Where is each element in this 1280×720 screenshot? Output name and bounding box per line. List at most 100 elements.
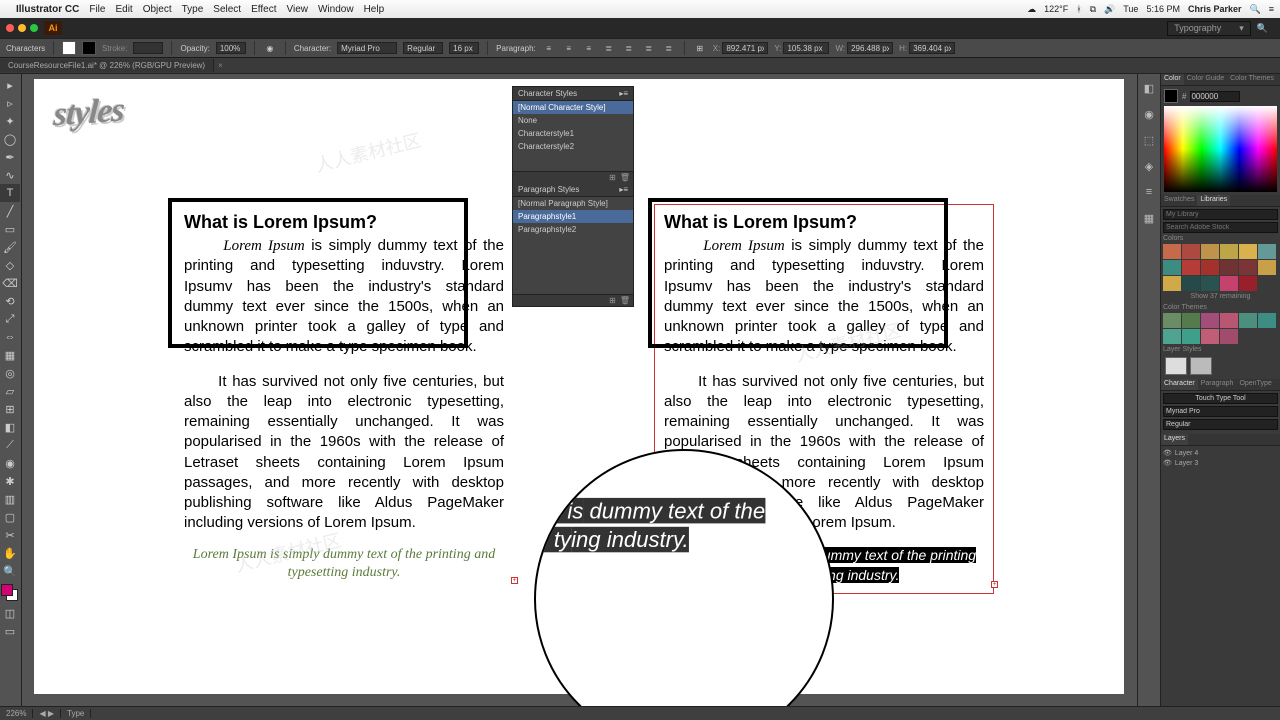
- search-help-icon[interactable]: 🔍: [1251, 23, 1274, 34]
- color-theme-swatch[interactable]: [1182, 329, 1200, 344]
- shape-builder-tool-icon[interactable]: ◎: [0, 364, 20, 382]
- eraser-tool-icon[interactable]: ⌫: [0, 274, 20, 292]
- menubar-user[interactable]: Chris Parker: [1188, 4, 1242, 14]
- color-swatch[interactable]: [1163, 260, 1181, 275]
- menu-select[interactable]: Select: [213, 4, 241, 15]
- color-swatch[interactable]: [1239, 244, 1257, 259]
- color-swatch[interactable]: [1163, 276, 1181, 291]
- layer-row[interactable]: 👁Layer 3: [1163, 458, 1278, 468]
- layer-style-thumb[interactable]: [1190, 357, 1212, 375]
- justify-right-icon[interactable]: ≣: [642, 41, 656, 55]
- menu-help[interactable]: Help: [364, 4, 385, 15]
- type-tool-icon[interactable]: T: [0, 184, 20, 202]
- menubar-search-icon[interactable]: 🔍: [1250, 4, 1261, 15]
- overset-indicator-icon[interactable]: +: [511, 577, 518, 584]
- tab-layers[interactable]: Layers: [1161, 434, 1188, 445]
- tab-character[interactable]: Character: [1161, 379, 1198, 390]
- trash-icon[interactable]: 🗑: [620, 296, 630, 305]
- menubar-bt-icon[interactable]: ᚼ: [1076, 4, 1081, 14]
- tab-opentype[interactable]: OpenType: [1236, 379, 1274, 390]
- color-swatch[interactable]: [1201, 276, 1219, 291]
- char-style-item[interactable]: None: [513, 114, 633, 127]
- color-theme-swatch[interactable]: [1220, 329, 1238, 344]
- symbol-tool-icon[interactable]: ✱: [0, 472, 20, 490]
- direct-selection-tool-icon[interactable]: ▹: [0, 94, 20, 112]
- artboard-tool-icon[interactable]: ▢: [0, 508, 20, 526]
- shaper-tool-icon[interactable]: ◇: [0, 256, 20, 274]
- stroke-weight-input[interactable]: [133, 42, 163, 54]
- color-theme-swatch[interactable]: [1163, 329, 1181, 344]
- color-swatch[interactable]: [1201, 244, 1219, 259]
- dock-panel-icon[interactable]: ◉: [1141, 106, 1157, 122]
- mesh-tool-icon[interactable]: ⊞: [0, 400, 20, 418]
- dock-panel-icon[interactable]: ◧: [1141, 80, 1157, 96]
- para-style-item[interactable]: Paragraphstyle2: [513, 223, 633, 236]
- library-search-input[interactable]: [1163, 222, 1278, 233]
- anchor-icon[interactable]: ⊞: [693, 41, 707, 55]
- panel-menu-icon[interactable]: ▸≡: [619, 185, 628, 194]
- color-swatch[interactable]: [1258, 244, 1276, 259]
- color-theme-swatch[interactable]: [1239, 313, 1257, 328]
- tab-paragraph[interactable]: Paragraph: [1198, 379, 1237, 390]
- window-close-icon[interactable]: [6, 24, 14, 32]
- tab-color-themes[interactable]: Color Themes: [1227, 74, 1277, 85]
- menu-file[interactable]: File: [89, 4, 105, 15]
- color-swatch[interactable]: [1182, 276, 1200, 291]
- x-input[interactable]: [722, 42, 768, 54]
- color-theme-swatch[interactable]: [1163, 313, 1181, 328]
- zoom-level[interactable]: 226%: [0, 709, 33, 718]
- color-swatch[interactable]: [1201, 260, 1219, 275]
- h-input[interactable]: [909, 42, 955, 54]
- lib-show-more[interactable]: Show 37 remaining: [1163, 291, 1278, 302]
- char-style-item[interactable]: [Normal Character Style]: [513, 101, 633, 114]
- nav-arrows[interactable]: ◀ ▶: [33, 709, 61, 718]
- char-styles-title[interactable]: Character Styles▸≡: [513, 87, 633, 101]
- menu-type[interactable]: Type: [182, 4, 204, 15]
- stroke-swatch-icon[interactable]: [82, 41, 96, 55]
- menu-view[interactable]: View: [286, 4, 308, 15]
- document-tab[interactable]: CourseResourceFile1.ai* @ 226% (RGB/GPU …: [0, 59, 214, 72]
- fill-swatch-icon[interactable]: [62, 41, 76, 55]
- color-theme-swatch[interactable]: [1182, 313, 1200, 328]
- menubar-vol-icon[interactable]: 🔊: [1104, 4, 1115, 15]
- perspective-tool-icon[interactable]: ▱: [0, 382, 20, 400]
- text-frame-left[interactable]: What is Lorem Ipsum? Lorem Ipsum is simp…: [174, 204, 514, 590]
- tab-close-icon[interactable]: ×: [214, 61, 227, 70]
- brush-tool-icon[interactable]: 🖌: [0, 238, 20, 256]
- w-input[interactable]: [847, 42, 893, 54]
- trash-icon[interactable]: 🗑: [620, 173, 630, 182]
- visibility-icon[interactable]: 👁: [1163, 459, 1172, 467]
- menubar-wifi-icon[interactable]: ⧉: [1090, 4, 1096, 15]
- rotate-tool-icon[interactable]: ⟲: [0, 292, 20, 310]
- font-size-input[interactable]: [449, 42, 479, 54]
- color-theme-swatch[interactable]: [1201, 313, 1219, 328]
- y-input[interactable]: [783, 42, 829, 54]
- opacity-input[interactable]: [216, 42, 246, 54]
- dock-panel-icon[interactable]: ⬚: [1141, 132, 1157, 148]
- menu-window[interactable]: Window: [318, 4, 354, 15]
- rectangle-tool-icon[interactable]: ▭: [0, 220, 20, 238]
- zoom-tool-icon[interactable]: 🔍: [0, 562, 20, 580]
- gradient-tool-icon[interactable]: ◧: [0, 418, 20, 436]
- new-style-icon[interactable]: ⊞: [609, 173, 616, 182]
- line-tool-icon[interactable]: ╱: [0, 202, 20, 220]
- recolor-icon[interactable]: ◉: [263, 41, 277, 55]
- free-transform-tool-icon[interactable]: ▦: [0, 346, 20, 364]
- overset-indicator-icon[interactable]: +: [991, 581, 998, 588]
- color-swatch[interactable]: [1220, 260, 1238, 275]
- visibility-icon[interactable]: 👁: [1163, 449, 1172, 457]
- scale-tool-icon[interactable]: ⤢: [0, 310, 20, 328]
- eyedropper-tool-icon[interactable]: ⟋: [0, 436, 20, 454]
- layer-style-thumb[interactable]: [1165, 357, 1187, 375]
- tab-color-guide[interactable]: Color Guide: [1184, 74, 1227, 85]
- para-styles-title[interactable]: Paragraph Styles▸≡: [513, 183, 633, 197]
- dock-panel-icon[interactable]: ◈: [1141, 158, 1157, 174]
- tab-color[interactable]: Color: [1161, 74, 1184, 85]
- justify-left-icon[interactable]: ≣: [602, 41, 616, 55]
- window-max-icon[interactable]: [30, 24, 38, 32]
- screen-mode-icon[interactable]: ▭: [0, 622, 20, 640]
- font-weight-select[interactable]: [1163, 419, 1278, 430]
- menubar-notif-icon[interactable]: ≡: [1269, 4, 1274, 14]
- dock-panel-icon[interactable]: ≡: [1141, 184, 1157, 200]
- color-swatch[interactable]: [1220, 244, 1238, 259]
